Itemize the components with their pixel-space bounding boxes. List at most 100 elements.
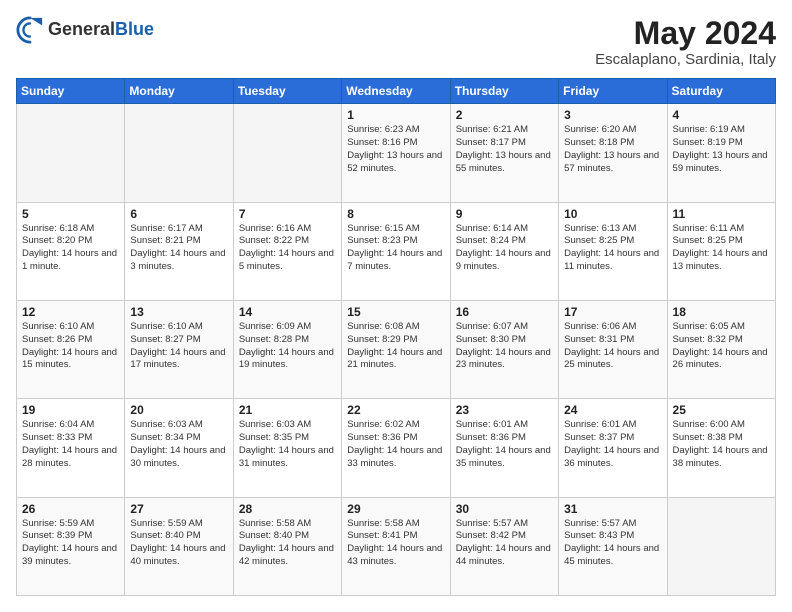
day-cell: 11 Sunrise: 6:11 AMSunset: 8:25 PMDaylig… xyxy=(667,202,775,300)
day-number: 29 xyxy=(347,502,444,516)
week-row-0: 1 Sunrise: 6:23 AMSunset: 8:16 PMDayligh… xyxy=(17,104,776,202)
location: Escalaplano, Sardinia, Italy xyxy=(595,51,776,68)
header-friday: Friday xyxy=(559,79,667,104)
day-number: 21 xyxy=(239,403,336,417)
week-row-1: 5 Sunrise: 6:18 AMSunset: 8:20 PMDayligh… xyxy=(17,202,776,300)
day-info: Sunrise: 6:19 AMSunset: 8:19 PMDaylight:… xyxy=(673,124,768,173)
day-cell: 12 Sunrise: 6:10 AMSunset: 8:26 PMDaylig… xyxy=(17,300,125,398)
day-info: Sunrise: 5:57 AMSunset: 8:42 PMDaylight:… xyxy=(456,518,551,567)
day-number: 11 xyxy=(673,207,770,221)
day-cell: 13 Sunrise: 6:10 AMSunset: 8:27 PMDaylig… xyxy=(125,300,233,398)
day-cell xyxy=(233,104,341,202)
week-row-4: 26 Sunrise: 5:59 AMSunset: 8:39 PMDaylig… xyxy=(17,497,776,595)
day-number: 23 xyxy=(456,403,553,417)
day-number: 25 xyxy=(673,403,770,417)
day-info: Sunrise: 6:05 AMSunset: 8:32 PMDaylight:… xyxy=(673,321,768,370)
day-cell: 20 Sunrise: 6:03 AMSunset: 8:34 PMDaylig… xyxy=(125,399,233,497)
day-cell: 29 Sunrise: 5:58 AMSunset: 8:41 PMDaylig… xyxy=(342,497,450,595)
day-info: Sunrise: 6:02 AMSunset: 8:36 PMDaylight:… xyxy=(347,419,442,468)
day-info: Sunrise: 6:21 AMSunset: 8:17 PMDaylight:… xyxy=(456,124,551,173)
logo-blue: Blue xyxy=(115,19,154,39)
day-info: Sunrise: 6:18 AMSunset: 8:20 PMDaylight:… xyxy=(22,223,117,272)
day-number: 7 xyxy=(239,207,336,221)
day-number: 31 xyxy=(564,502,661,516)
day-info: Sunrise: 6:13 AMSunset: 8:25 PMDaylight:… xyxy=(564,223,659,272)
header-tuesday: Tuesday xyxy=(233,79,341,104)
day-cell: 17 Sunrise: 6:06 AMSunset: 8:31 PMDaylig… xyxy=(559,300,667,398)
day-info: Sunrise: 5:58 AMSunset: 8:40 PMDaylight:… xyxy=(239,518,334,567)
day-info: Sunrise: 5:59 AMSunset: 8:40 PMDaylight:… xyxy=(130,518,225,567)
day-cell: 31 Sunrise: 5:57 AMSunset: 8:43 PMDaylig… xyxy=(559,497,667,595)
day-info: Sunrise: 6:03 AMSunset: 8:34 PMDaylight:… xyxy=(130,419,225,468)
day-cell: 6 Sunrise: 6:17 AMSunset: 8:21 PMDayligh… xyxy=(125,202,233,300)
week-row-2: 12 Sunrise: 6:10 AMSunset: 8:26 PMDaylig… xyxy=(17,300,776,398)
day-info: Sunrise: 6:01 AMSunset: 8:37 PMDaylight:… xyxy=(564,419,659,468)
logo: GeneralBlue xyxy=(16,16,154,44)
day-cell: 3 Sunrise: 6:20 AMSunset: 8:18 PMDayligh… xyxy=(559,104,667,202)
day-info: Sunrise: 6:00 AMSunset: 8:38 PMDaylight:… xyxy=(673,419,768,468)
day-cell: 5 Sunrise: 6:18 AMSunset: 8:20 PMDayligh… xyxy=(17,202,125,300)
day-number: 24 xyxy=(564,403,661,417)
header-saturday: Saturday xyxy=(667,79,775,104)
day-info: Sunrise: 6:14 AMSunset: 8:24 PMDaylight:… xyxy=(456,223,551,272)
header-wednesday: Wednesday xyxy=(342,79,450,104)
day-info: Sunrise: 6:01 AMSunset: 8:36 PMDaylight:… xyxy=(456,419,551,468)
day-number: 26 xyxy=(22,502,119,516)
day-cell: 24 Sunrise: 6:01 AMSunset: 8:37 PMDaylig… xyxy=(559,399,667,497)
day-number: 3 xyxy=(564,108,661,122)
logo-text: GeneralBlue xyxy=(48,20,154,40)
day-number: 15 xyxy=(347,305,444,319)
day-number: 9 xyxy=(456,207,553,221)
day-number: 18 xyxy=(673,305,770,319)
day-number: 22 xyxy=(347,403,444,417)
day-number: 13 xyxy=(130,305,227,319)
day-info: Sunrise: 6:20 AMSunset: 8:18 PMDaylight:… xyxy=(564,124,659,173)
day-cell: 23 Sunrise: 6:01 AMSunset: 8:36 PMDaylig… xyxy=(450,399,558,497)
day-info: Sunrise: 6:06 AMSunset: 8:31 PMDaylight:… xyxy=(564,321,659,370)
header-monday: Monday xyxy=(125,79,233,104)
day-cell: 21 Sunrise: 6:03 AMSunset: 8:35 PMDaylig… xyxy=(233,399,341,497)
day-number: 12 xyxy=(22,305,119,319)
day-number: 20 xyxy=(130,403,227,417)
day-cell: 9 Sunrise: 6:14 AMSunset: 8:24 PMDayligh… xyxy=(450,202,558,300)
title-block: May 2024 Escalaplano, Sardinia, Italy xyxy=(595,16,776,68)
day-number: 1 xyxy=(347,108,444,122)
day-cell: 2 Sunrise: 6:21 AMSunset: 8:17 PMDayligh… xyxy=(450,104,558,202)
page: GeneralBlue May 2024 Escalaplano, Sardin… xyxy=(0,0,792,612)
day-number: 6 xyxy=(130,207,227,221)
day-info: Sunrise: 6:07 AMSunset: 8:30 PMDaylight:… xyxy=(456,321,551,370)
day-number: 19 xyxy=(22,403,119,417)
day-info: Sunrise: 5:59 AMSunset: 8:39 PMDaylight:… xyxy=(22,518,117,567)
day-number: 30 xyxy=(456,502,553,516)
day-number: 5 xyxy=(22,207,119,221)
calendar-table: Sunday Monday Tuesday Wednesday Thursday… xyxy=(16,78,776,596)
day-number: 10 xyxy=(564,207,661,221)
day-info: Sunrise: 6:11 AMSunset: 8:25 PMDaylight:… xyxy=(673,223,768,272)
day-cell: 22 Sunrise: 6:02 AMSunset: 8:36 PMDaylig… xyxy=(342,399,450,497)
day-number: 16 xyxy=(456,305,553,319)
day-cell: 18 Sunrise: 6:05 AMSunset: 8:32 PMDaylig… xyxy=(667,300,775,398)
header-row: Sunday Monday Tuesday Wednesday Thursday… xyxy=(17,79,776,104)
logo-icon xyxy=(16,16,44,44)
day-number: 4 xyxy=(673,108,770,122)
header-thursday: Thursday xyxy=(450,79,558,104)
day-info: Sunrise: 6:17 AMSunset: 8:21 PMDaylight:… xyxy=(130,223,225,272)
day-cell: 7 Sunrise: 6:16 AMSunset: 8:22 PMDayligh… xyxy=(233,202,341,300)
day-number: 8 xyxy=(347,207,444,221)
day-info: Sunrise: 6:10 AMSunset: 8:26 PMDaylight:… xyxy=(22,321,117,370)
calendar-body: 1 Sunrise: 6:23 AMSunset: 8:16 PMDayligh… xyxy=(17,104,776,596)
day-info: Sunrise: 5:57 AMSunset: 8:43 PMDaylight:… xyxy=(564,518,659,567)
day-info: Sunrise: 6:23 AMSunset: 8:16 PMDaylight:… xyxy=(347,124,442,173)
month-year: May 2024 xyxy=(595,16,776,51)
header-sunday: Sunday xyxy=(17,79,125,104)
day-info: Sunrise: 6:09 AMSunset: 8:28 PMDaylight:… xyxy=(239,321,334,370)
day-cell: 27 Sunrise: 5:59 AMSunset: 8:40 PMDaylig… xyxy=(125,497,233,595)
day-number: 28 xyxy=(239,502,336,516)
day-info: Sunrise: 6:04 AMSunset: 8:33 PMDaylight:… xyxy=(22,419,117,468)
day-cell xyxy=(125,104,233,202)
calendar-header: Sunday Monday Tuesday Wednesday Thursday… xyxy=(17,79,776,104)
day-cell: 1 Sunrise: 6:23 AMSunset: 8:16 PMDayligh… xyxy=(342,104,450,202)
logo-general: General xyxy=(48,19,115,39)
day-number: 27 xyxy=(130,502,227,516)
day-cell: 26 Sunrise: 5:59 AMSunset: 8:39 PMDaylig… xyxy=(17,497,125,595)
